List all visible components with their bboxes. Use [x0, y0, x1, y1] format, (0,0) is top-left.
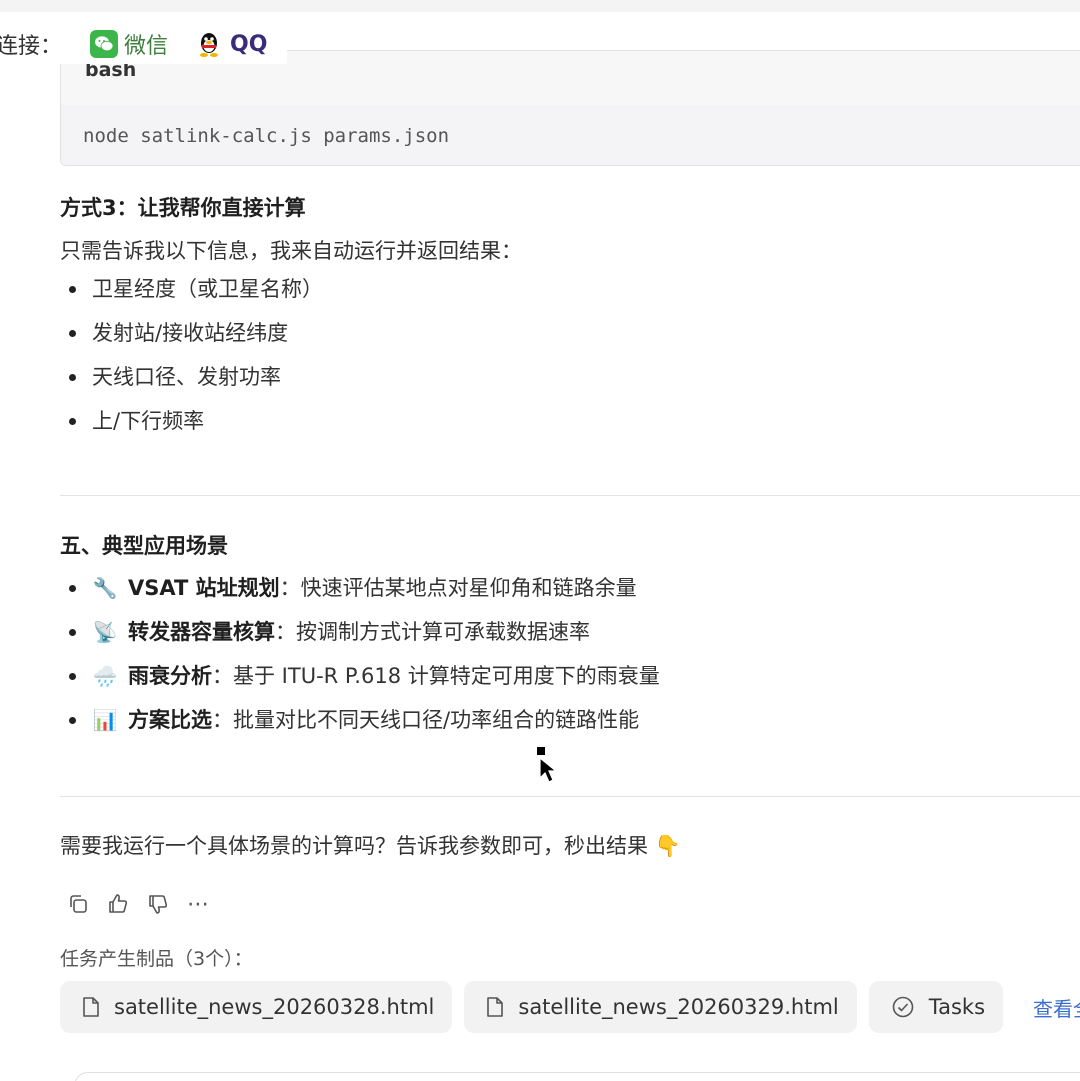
list-item: 🌧️ 雨衰分析：基于 ITU-R P.618 计算特定可用度下的雨衰量: [60, 661, 660, 705]
scenario-name: 方案比选: [128, 708, 212, 732]
list-item: 📊 方案比选：批量对比不同天线口径/功率组合的链路性能: [60, 705, 660, 749]
thumbs-down-icon[interactable]: [144, 890, 172, 918]
divider: [60, 495, 1080, 496]
scenario-name: 转发器容量核算: [128, 620, 275, 644]
artifact-chips: satellite_news_20260328.html satellite_n…: [60, 981, 1080, 1033]
method3-heading: 方式3：让我帮你直接计算: [60, 196, 306, 220]
more-options-icon[interactable]: ⋯: [184, 890, 212, 918]
wechat-icon: [90, 30, 119, 58]
scenario-name: VSAT 站址规划: [128, 576, 280, 600]
divider: [60, 796, 1080, 797]
method3-list: 卫星经度（或卫星名称） 发射站/接收站经纬度 天线口径、发射功率 上/下行频率: [60, 274, 323, 450]
artifact-filename: satellite_news_20260328.html: [114, 995, 435, 1019]
scenario-list: 🔧 VSAT 站址规划：快速评估某地点对星仰角和链路余量 📡 转发器容量核算：按调制…: [60, 573, 660, 749]
artifacts-label: 任务产生制品（3个）：: [60, 948, 253, 970]
rain-cloud-icon: 🌧️: [92, 664, 118, 688]
qq-penguin-icon: [200, 33, 219, 57]
list-item: 上/下行频率: [60, 406, 323, 450]
list-item: 卫星经度（或卫星名称）: [60, 274, 323, 318]
method3-intro: 只需告诉我以下信息，我来自动运行并返回结果：: [60, 239, 522, 263]
code-body: node satlink-calc.js params.json: [61, 105, 1080, 165]
scenario-desc: ：按调制方式计算可承载数据速率: [275, 620, 590, 644]
connect-bar: 连接： 微信 QQ: [0, 24, 288, 64]
scenario-desc: ：基于 ITU-R P.618 计算特定可用度下的雨衰量: [212, 664, 660, 688]
thumbs-up-icon[interactable]: [104, 890, 132, 918]
artifact-file-chip[interactable]: satellite_news_20260328.html: [60, 981, 453, 1033]
scenario-desc: ：批量对比不同天线口径/功率组合的链路性能: [212, 708, 640, 732]
list-item: 发射站/接收站经纬度: [60, 318, 323, 362]
file-icon: [487, 997, 504, 1017]
artifact-tasks-label: Tasks: [928, 995, 986, 1019]
chat-input-box[interactable]: [74, 1072, 1080, 1081]
message-actions: ⋯: [64, 890, 224, 918]
wechat-label: 微信: [124, 34, 169, 59]
copy-icon[interactable]: [64, 890, 92, 918]
artifact-tasks-chip[interactable]: Tasks: [868, 981, 1004, 1033]
top-strip: [0, 0, 1080, 12]
check-circle-icon: [892, 996, 914, 1018]
file-icon: [83, 997, 99, 1017]
artifact-file-chip[interactable]: satellite_news_20260329.html: [464, 981, 857, 1033]
list-item: 📡 转发器容量核算：按调制方式计算可承载数据速率: [60, 617, 660, 661]
list-item: 🔧 VSAT 站址规划：快速评估某地点对星仰角和链路余量: [60, 573, 660, 617]
wrench-icon: 🔧: [92, 576, 118, 600]
chat-response-page: bash node satlink-calc.js params.json 连接…: [0, 0, 1080, 1081]
closing-message: 需要我运行一个具体场景的计算吗？告诉我参数即可，秒出结果 👇: [60, 834, 681, 858]
scenario-desc: ：快速评估某地点对星仰角和链路余量: [279, 576, 637, 600]
artifact-filename: satellite_news_20260329.html: [518, 995, 839, 1019]
code-command: node satlink-calc.js params.json: [83, 125, 450, 147]
scenario-name: 雨衰分析: [128, 664, 212, 688]
qq-connect-button[interactable]: QQ: [196, 30, 267, 58]
wechat-connect-button[interactable]: 微信: [90, 28, 168, 60]
bar-chart-icon: 📊: [92, 708, 118, 732]
section5-heading: 五、典型应用场景: [60, 534, 228, 558]
list-item: 天线口径、发射功率: [60, 362, 323, 406]
mouse-cursor-icon: [537, 747, 558, 783]
connect-label: 连接：: [0, 34, 63, 59]
view-all-link[interactable]: 查看全: [1033, 993, 1080, 1022]
code-block: bash node satlink-calc.js params.json: [60, 50, 1080, 166]
qq-label: QQ: [230, 31, 268, 57]
satellite-dish-icon: 📡: [92, 620, 118, 644]
